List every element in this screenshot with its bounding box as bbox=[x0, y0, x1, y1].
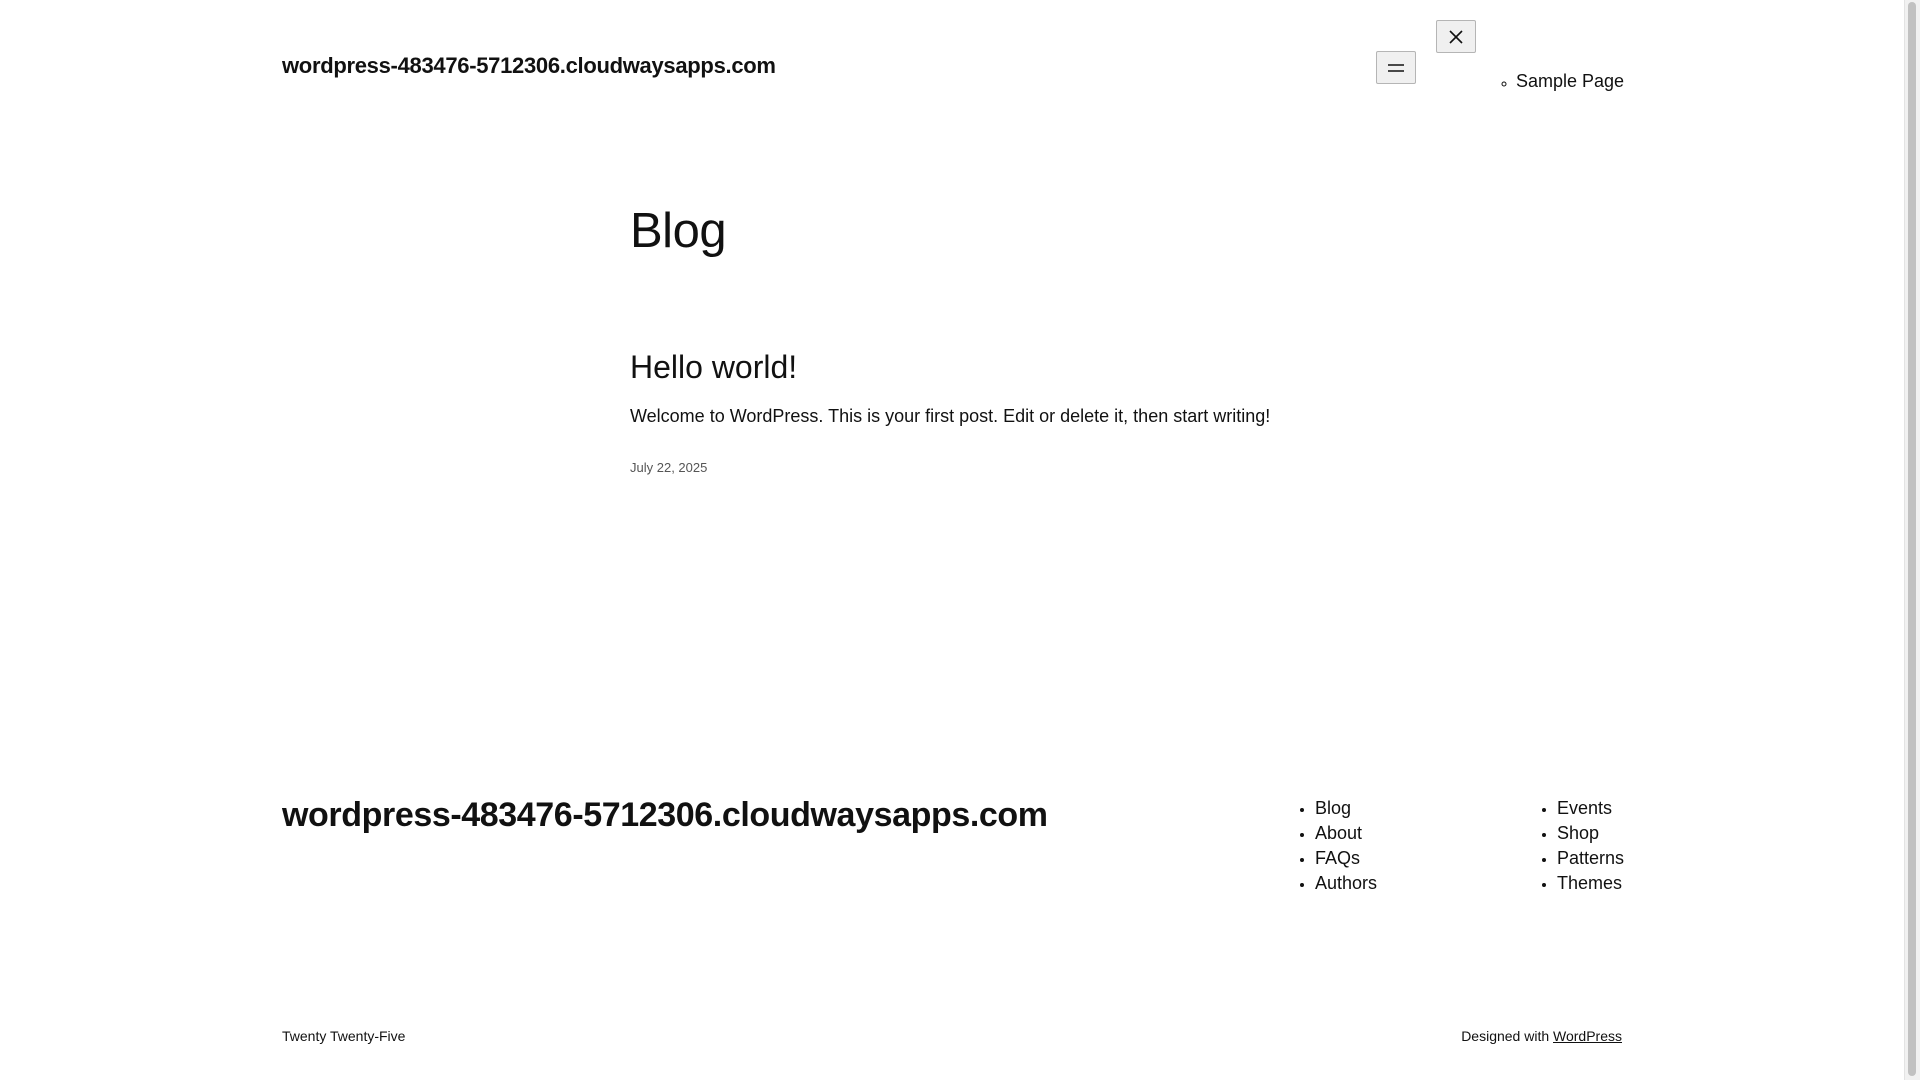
theme-credit: Twenty Twenty-Five bbox=[282, 1028, 406, 1044]
post-title: Hello world! bbox=[630, 347, 797, 387]
footer-nav-right-list: Events Shop Patterns Themes bbox=[1537, 796, 1624, 896]
post-title-link[interactable]: Hello world! bbox=[630, 349, 797, 385]
header-nav-item: Sample Page bbox=[1516, 71, 1624, 92]
footer-nav-item: FAQs bbox=[1315, 846, 1377, 871]
open-menu-button[interactable] bbox=[1376, 51, 1416, 84]
header-nav-list: Sample Page bbox=[1494, 71, 1624, 92]
close-icon bbox=[1449, 29, 1463, 44]
post-excerpt: Welcome to WordPress. This is your first… bbox=[630, 406, 1271, 426]
footer-navigation-right: Events Shop Patterns Themes bbox=[1537, 796, 1624, 896]
hamburger-menu-icon bbox=[1388, 63, 1404, 72]
site-title[interactable]: wordpress-483476-5712306.cloudwaysapps.c… bbox=[282, 51, 776, 81]
footer-link-shop[interactable]: Shop bbox=[1557, 823, 1599, 843]
designed-with-credit: Designed with WordPress bbox=[1461, 1027, 1622, 1045]
page: wordpress-483476-5712306.cloudwaysapps.c… bbox=[0, 0, 1905, 1080]
footer-nav-item: Blog bbox=[1315, 796, 1377, 821]
footer-nav-item: About bbox=[1315, 821, 1377, 846]
page-title: Blog bbox=[630, 204, 727, 258]
close-menu-button[interactable] bbox=[1436, 20, 1476, 53]
footer-nav-item: Shop bbox=[1557, 821, 1624, 846]
footer-nav-item: Authors bbox=[1315, 871, 1377, 896]
footer-link-blog[interactable]: Blog bbox=[1315, 798, 1351, 818]
footer-link-authors[interactable]: Authors bbox=[1315, 873, 1377, 893]
footer-link-patterns[interactable]: Patterns bbox=[1557, 848, 1624, 868]
footer-nav-item: Patterns bbox=[1557, 846, 1624, 871]
designed-with-text: Designed with bbox=[1461, 1028, 1554, 1044]
footer-navigation-left: Blog About FAQs Authors bbox=[1295, 796, 1377, 896]
footer-link-about[interactable]: About bbox=[1315, 823, 1362, 843]
wordpress-link[interactable]: WordPress bbox=[1553, 1028, 1622, 1044]
header-navigation: Sample Page bbox=[1494, 71, 1624, 92]
footer-nav-item: Themes bbox=[1557, 871, 1624, 896]
nav-link-sample-page[interactable]: Sample Page bbox=[1516, 71, 1624, 91]
footer-site-title[interactable]: wordpress-483476-5712306.cloudwaysapps.c… bbox=[282, 792, 1048, 838]
footer-link-faqs[interactable]: FAQs bbox=[1315, 848, 1360, 868]
footer-nav-left-list: Blog About FAQs Authors bbox=[1295, 796, 1377, 896]
post-date: July 22, 2025 bbox=[630, 460, 708, 475]
vertical-scrollbar[interactable] bbox=[1904, 0, 1920, 1080]
scrollbar-thumb[interactable] bbox=[1908, 2, 1916, 1076]
footer-nav-item: Events bbox=[1557, 796, 1624, 821]
footer-link-themes[interactable]: Themes bbox=[1557, 873, 1622, 893]
footer-link-events[interactable]: Events bbox=[1557, 798, 1612, 818]
